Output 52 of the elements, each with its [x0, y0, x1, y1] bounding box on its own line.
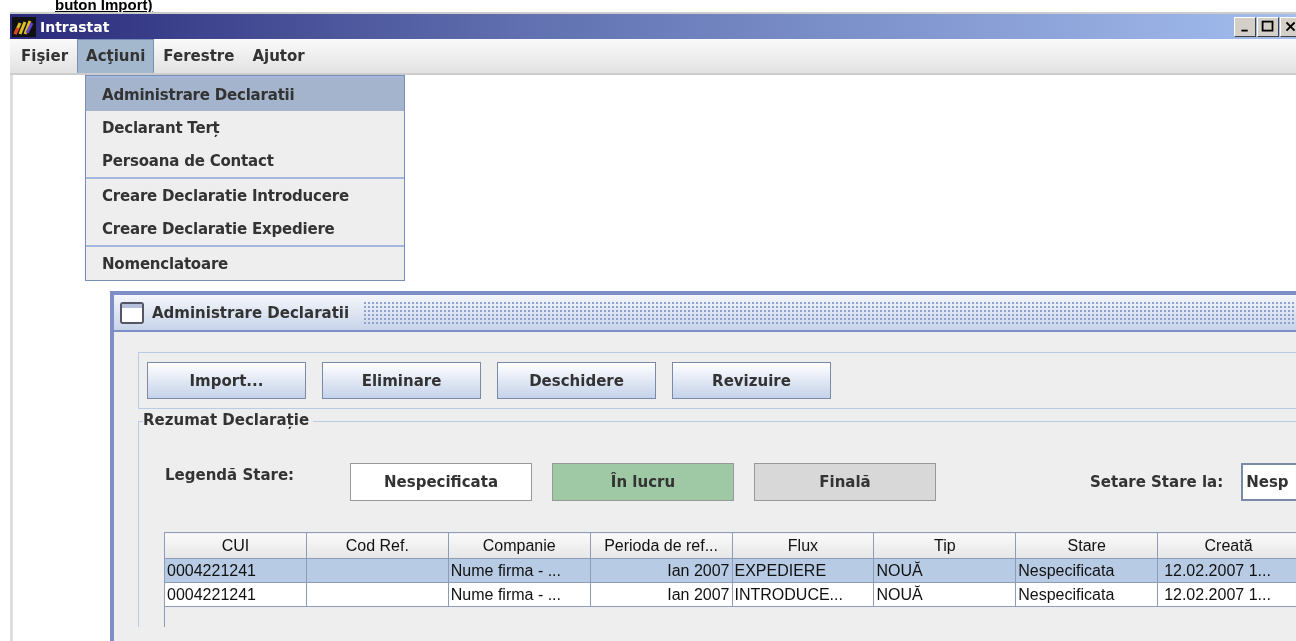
- window-icon: [120, 301, 144, 324]
- table-cell: 0004221241: [164, 558, 307, 583]
- table-cell: NOUĂ: [873, 558, 1016, 583]
- menu-option[interactable]: Persoana de Contact: [86, 144, 404, 177]
- column-header[interactable]: Tip: [873, 532, 1016, 559]
- menu-item[interactable]: Fişier: [12, 39, 78, 73]
- column-header[interactable]: Cod Ref.: [306, 532, 449, 559]
- menu-option[interactable]: Nomenclatoare: [86, 247, 404, 280]
- table-cell: Nume firma - ...: [448, 558, 591, 583]
- toolbar-button[interactable]: Revizuire: [672, 362, 831, 399]
- toolbar-button[interactable]: Import...: [147, 362, 306, 399]
- column-header[interactable]: Flux: [732, 532, 874, 559]
- status-legend-swatch: În lucru: [552, 463, 734, 501]
- column-header[interactable]: Creată: [1157, 532, 1296, 559]
- column-header[interactable]: Stare: [1015, 532, 1158, 559]
- menu-item[interactable]: Ferestre: [154, 39, 244, 73]
- minimize-icon[interactable]: [1234, 16, 1256, 37]
- table-cell: Ian 2007: [590, 558, 732, 583]
- status-legend-swatch: Finală: [754, 463, 936, 501]
- state-dropdown[interactable]: Nesp: [1241, 463, 1296, 501]
- menu-option[interactable]: Creare Declaratie Expediere: [86, 212, 404, 245]
- menu-item[interactable]: Acţiuni: [77, 39, 155, 73]
- menu-option[interactable]: Administrare Declaratii: [86, 78, 404, 111]
- app-logo-icon: [12, 16, 36, 37]
- table-cell: 0004221241: [164, 582, 307, 607]
- table-cell: 12.02.2007 1...: [1157, 558, 1296, 583]
- table-row[interactable]: 0004221241 Nume firma - ... Ian 2007 INTRODUCE... NOUĂ Nespecificata 12.02.2007 1...: [164, 582, 1296, 607]
- table-cell: Nespecificata: [1015, 558, 1158, 583]
- menu-option[interactable]: Declarant Terț: [86, 111, 404, 144]
- column-header[interactable]: Companie: [448, 532, 591, 559]
- table-cell: INTRODUCE...: [732, 582, 874, 607]
- menu-option[interactable]: Creare Declaratie Introducere: [86, 179, 404, 212]
- window-title: Intrastat: [40, 18, 111, 35]
- window-title: Administrare Declaratii: [152, 303, 351, 322]
- menu-item[interactable]: Ajutor: [243, 39, 314, 73]
- group-title: Rezumat Declarație: [143, 411, 314, 429]
- table-cell: Nespecificata: [1015, 582, 1158, 607]
- table-cell: NOUĂ: [873, 582, 1016, 607]
- toolbar-button[interactable]: Eliminare: [322, 362, 481, 399]
- maximize-icon[interactable]: [1257, 16, 1279, 37]
- status-legend-swatch: Nespecificata: [350, 463, 532, 501]
- close-icon[interactable]: [1280, 16, 1296, 37]
- table-cell: Nume firma - ...: [448, 582, 591, 607]
- set-state-label: Setare Stare la:: [1090, 473, 1224, 491]
- table-cell: Ian 2007: [590, 582, 732, 607]
- legend-label: Legendă Stare:: [165, 466, 296, 484]
- column-header[interactable]: CUI: [164, 532, 307, 559]
- toolbar-button[interactable]: Deschidere: [497, 362, 656, 399]
- table-cell: EXPEDIERE: [732, 558, 874, 583]
- table-row[interactable]: 0004221241 Nume firma - ... Ian 2007 EXPEDIERE NOUĂ Nespecificata 12.02.2007 1...: [164, 558, 1296, 583]
- column-header[interactable]: Perioda de ref...: [590, 532, 732, 559]
- table-cell: 12.02.2007 1...: [1157, 582, 1296, 607]
